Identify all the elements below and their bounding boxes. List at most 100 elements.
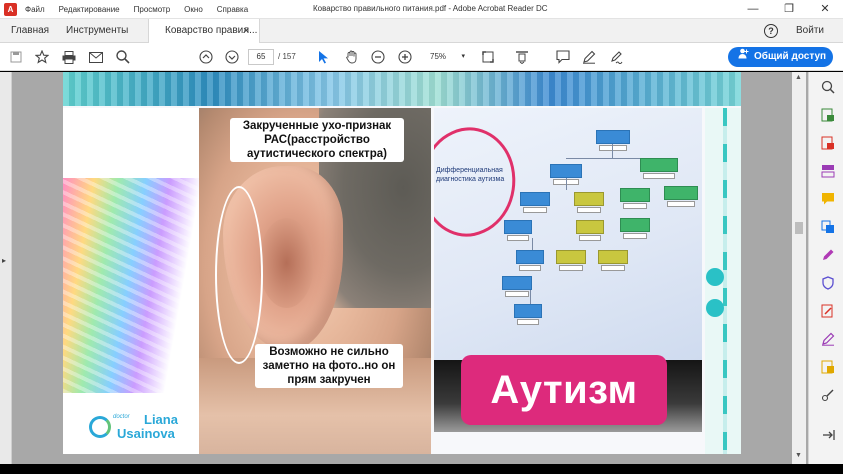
scroll-mode-icon[interactable] xyxy=(514,49,530,65)
teal-dot xyxy=(706,268,724,286)
page-right-decoration xyxy=(705,108,741,454)
edit-pdf-icon[interactable] xyxy=(821,304,835,318)
right-tools-pane xyxy=(808,72,843,464)
diagram-line xyxy=(566,178,567,190)
scroll-down-icon[interactable]: ▼ xyxy=(795,452,802,459)
pdf-page: doctor Liana Usainova Закрученные ухо-пр… xyxy=(63,72,741,454)
wave-decoration xyxy=(723,108,727,454)
autism-label: Аутизм xyxy=(461,355,667,425)
vertical-scrollbar[interactable]: ▲ ▼ xyxy=(792,72,806,464)
diagram-node xyxy=(502,276,532,297)
menu-help[interactable]: Справка xyxy=(217,5,248,14)
minimize-button[interactable]: — xyxy=(735,0,771,19)
slide-diagram: Дифференциальная диагностика аутизма xyxy=(434,108,702,360)
share-user-icon xyxy=(738,47,749,67)
diagram-node xyxy=(516,250,544,271)
menu-window[interactable]: Окно xyxy=(184,5,203,14)
close-window-button[interactable]: ✕ xyxy=(807,0,843,19)
bookmark-star-icon[interactable] xyxy=(34,49,50,65)
share-button[interactable]: Общий доступ xyxy=(728,47,833,67)
send-for-signature-icon[interactable] xyxy=(821,332,835,346)
maximize-button[interactable]: ❐ xyxy=(771,0,807,19)
page-number-input[interactable]: 65 xyxy=(248,49,274,65)
diagram-node xyxy=(574,192,604,213)
zoom-value: 75% xyxy=(430,52,447,61)
prism-decoration xyxy=(63,178,199,393)
protect-icon[interactable] xyxy=(821,276,835,290)
menu-file[interactable]: Файл xyxy=(25,5,45,14)
left-panel-toggle[interactable]: ▸ xyxy=(0,72,12,464)
next-page-icon[interactable] xyxy=(224,49,240,65)
diagram-node xyxy=(504,220,532,241)
logo-mark xyxy=(89,416,111,438)
fit-page-icon[interactable] xyxy=(480,49,496,65)
chevron-down-icon: ▾ xyxy=(461,53,465,60)
photo-caption-bottom: Возможно не сильно заметно на фото..но о… xyxy=(255,344,403,388)
menu-edit[interactable]: Редактирование xyxy=(59,5,120,14)
search-icon[interactable] xyxy=(115,49,131,65)
prev-page-icon[interactable] xyxy=(198,49,214,65)
menu-view[interactable]: Просмотр xyxy=(134,5,171,14)
organize-pages-icon[interactable] xyxy=(821,164,835,178)
pen-icon[interactable] xyxy=(581,49,597,65)
combine-files-icon[interactable] xyxy=(821,220,835,234)
diagram-node xyxy=(550,164,582,185)
email-icon[interactable] xyxy=(88,49,104,65)
scan-icon[interactable] xyxy=(821,360,835,374)
diagram-node xyxy=(598,250,628,271)
close-tab-icon[interactable]: × xyxy=(243,19,249,43)
diagnosis-slide-photo: Дифференциальная диагностика аутизма Аут… xyxy=(434,108,702,432)
select-cursor-icon[interactable] xyxy=(316,49,332,65)
help-icon[interactable]: ? xyxy=(764,24,778,38)
window-title: Коварство правильного питания.pdf - Adob… xyxy=(313,4,548,13)
ear-inner-shape xyxy=(259,218,314,308)
collapse-panel-icon[interactable] xyxy=(821,428,835,442)
zoom-in-icon[interactable] xyxy=(397,49,413,65)
comment-tool-icon[interactable] xyxy=(821,192,835,206)
title-bar: A Файл Редактирование Просмотр Окно Спра… xyxy=(0,0,843,19)
tab-home[interactable]: Главная xyxy=(11,19,49,43)
diagram-line xyxy=(530,290,531,304)
diagram-line xyxy=(612,144,613,158)
page-total: / 157 xyxy=(278,52,296,61)
bottom-area xyxy=(0,464,808,474)
zoom-tool-icon[interactable] xyxy=(821,80,835,94)
export-pdf-icon[interactable] xyxy=(821,108,835,122)
print-icon[interactable] xyxy=(61,49,77,65)
sign-icon[interactable] xyxy=(609,49,625,65)
diagram-node xyxy=(576,220,604,241)
save-icon[interactable] xyxy=(8,49,24,65)
diagram-line xyxy=(532,238,533,250)
logo-first-name: Liana xyxy=(144,412,178,427)
diagram-node xyxy=(664,186,698,207)
create-pdf-icon[interactable] xyxy=(821,136,835,150)
ear-highlight-ring xyxy=(215,186,263,364)
window-controls: — ❐ ✕ xyxy=(735,0,843,19)
zoom-select[interactable]: 75% ▾ xyxy=(421,49,469,65)
scrollbar-thumb[interactable] xyxy=(795,222,803,234)
ear-photo: Закрученные ухо-признак РАС(расстройство… xyxy=(199,108,431,454)
document-viewer[interactable]: ▸ doctor Liana Usainova Закрученные ухо-… xyxy=(0,72,808,464)
page-header-banner xyxy=(63,72,741,106)
scroll-up-icon[interactable]: ▲ xyxy=(795,74,802,81)
tab-tools[interactable]: Инструменты xyxy=(66,19,128,43)
chevron-right-icon: ▸ xyxy=(2,256,7,265)
comment-icon[interactable] xyxy=(555,49,571,65)
fill-sign-icon[interactable] xyxy=(821,248,835,262)
logo-subtitle: doctor xyxy=(113,414,130,420)
diagram-node xyxy=(514,304,542,325)
sign-in-link[interactable]: Войти xyxy=(796,19,824,43)
more-tools-icon[interactable] xyxy=(821,388,835,402)
hand-icon[interactable] xyxy=(344,49,360,65)
menu-bar: A Файл Редактирование Просмотр Окно Спра… xyxy=(4,3,262,16)
slide-note-text: Дифференциальная диагностика аутизма xyxy=(436,167,505,183)
doctor-logo: doctor Liana Usainova xyxy=(89,412,199,446)
diagram-node xyxy=(520,192,550,213)
diagram-node xyxy=(640,158,678,179)
logo-last-name: Usainova xyxy=(117,426,175,441)
tab-bar: Главная Инструменты Коварство правил... … xyxy=(0,19,843,43)
toolbar: 65 / 157 75% ▾ Общий доступ xyxy=(0,43,843,71)
zoom-out-icon[interactable] xyxy=(370,49,386,65)
diagram-node xyxy=(620,188,650,209)
teal-dot xyxy=(706,299,724,317)
